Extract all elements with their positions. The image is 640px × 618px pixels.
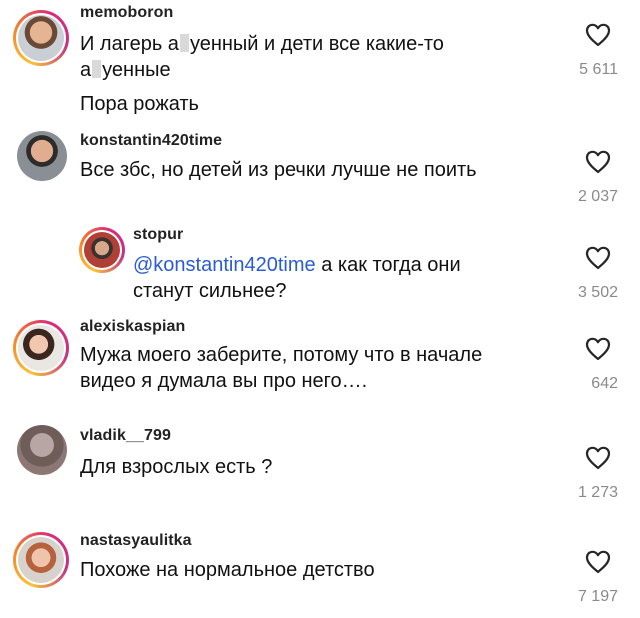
like-count: 2 037 [577, 188, 618, 205]
heart-outline-icon[interactable] [585, 550, 611, 574]
comment-item: nastasyaulitka Похоже на нормальное детс… [0, 528, 640, 618]
avatar[interactable] [17, 131, 67, 181]
comment-text: Все збс, но детей из речки лучше не поит… [80, 159, 477, 181]
comment-username[interactable]: stopur [133, 226, 183, 244]
like-control: 7 197 [558, 550, 618, 606]
like-count: 642 [591, 375, 618, 392]
comment-username[interactable]: memoboron [80, 4, 173, 22]
avatar[interactable] [13, 532, 69, 588]
comment-username[interactable]: konstantin420time [80, 132, 222, 150]
comment-item: memoboron И лагерь а уенный и дети все ка… [0, 0, 640, 120]
like-control: 5 611 [558, 23, 618, 79]
comment-username[interactable]: alexiskaspian [80, 318, 185, 336]
reply-item: stopur @konstantin420time а как тогда он… [0, 222, 640, 312]
like-count: 7 197 [577, 588, 618, 605]
avatar[interactable] [17, 425, 67, 475]
heart-outline-icon[interactable] [585, 246, 611, 270]
comment-text: Похоже на нормальное детство [80, 559, 375, 581]
like-control: 1 273 [558, 446, 618, 502]
censor-mark [92, 60, 102, 78]
comment-username[interactable]: nastasyaulitka [80, 532, 192, 550]
like-count: 1 273 [577, 484, 618, 501]
heart-outline-icon[interactable] [585, 337, 611, 361]
comment-item: alexiskaspian Мужа моего заберите, потом… [0, 313, 640, 408]
heart-outline-icon[interactable] [585, 23, 611, 47]
mention-link[interactable]: @konstantin420time [133, 254, 316, 276]
comment-text: И лагерь а уенный и дети все какие-то а уе… [80, 33, 444, 115]
avatar[interactable] [13, 10, 69, 66]
like-control: 642 [558, 337, 618, 393]
like-control: 3 502 [558, 246, 618, 302]
avatar[interactable] [79, 227, 125, 273]
comment-item: vladik__799 Для взрослых есть ? 1 273 [0, 422, 640, 517]
censor-mark [179, 34, 189, 52]
comment-text: Для взрослых есть ? [80, 456, 273, 478]
heart-outline-icon[interactable] [585, 446, 611, 470]
like-count: 5 611 [579, 61, 618, 78]
comment-text: @konstantin420time а как тогда они стану… [133, 254, 461, 302]
comment-username[interactable]: vladik__799 [80, 427, 171, 445]
like-count: 3 502 [577, 284, 618, 301]
like-control: 2 037 [558, 150, 618, 206]
avatar[interactable] [13, 320, 69, 376]
comment-item: konstantin420time Все збс, но детей из р… [0, 128, 640, 218]
comment-text: Мужа моего заберите, потому что в начале… [80, 344, 483, 392]
heart-outline-icon[interactable] [585, 150, 611, 174]
